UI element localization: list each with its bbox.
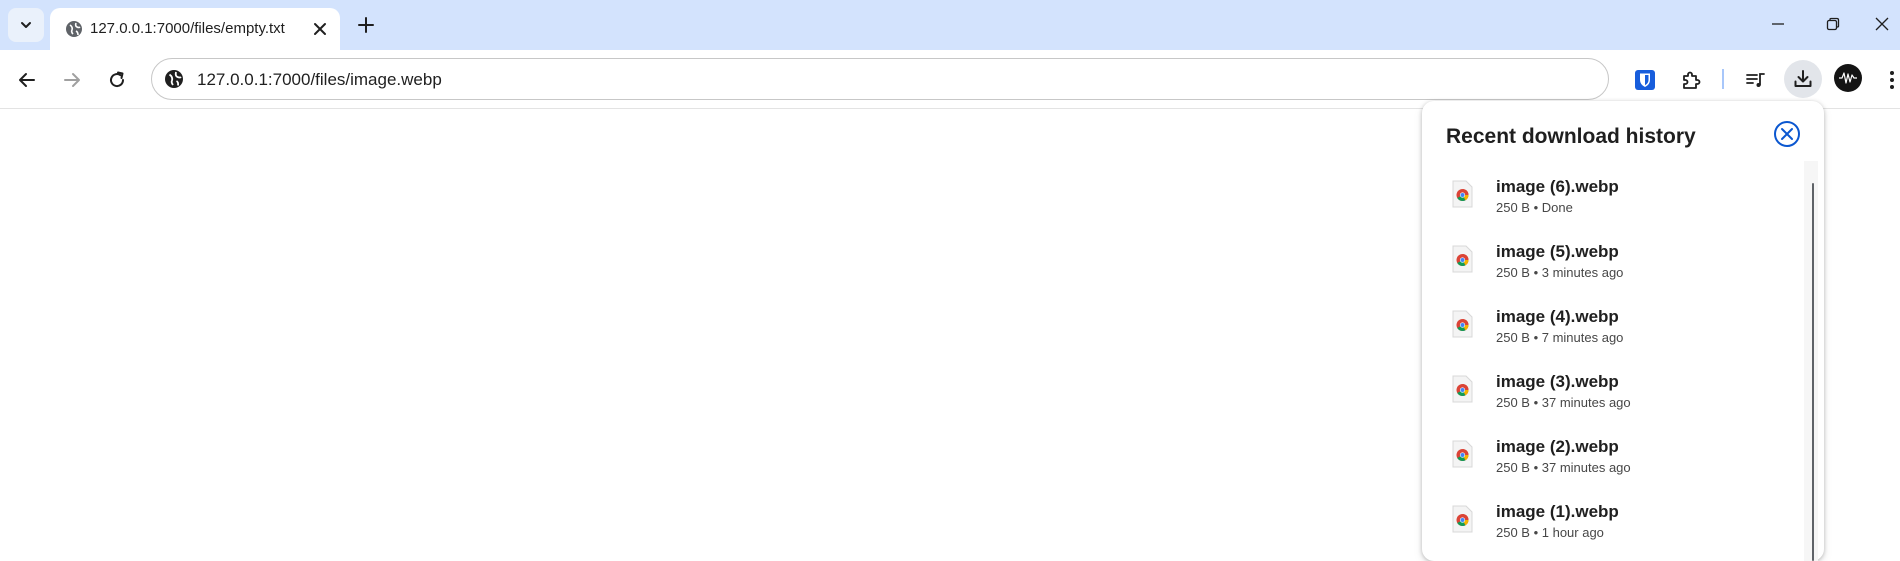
downloads-button[interactable] bbox=[1784, 60, 1822, 98]
playlist-icon bbox=[1746, 73, 1765, 87]
file-icon bbox=[1450, 375, 1474, 403]
download-item-status: 250 B • 7 minutes ago bbox=[1496, 330, 1624, 345]
download-item-name: image (5).webp bbox=[1496, 242, 1619, 261]
bubble-title: Recent download history bbox=[1446, 125, 1696, 148]
download-item-name: image (4).webp bbox=[1496, 307, 1619, 326]
download-item-status: 250 B • Done bbox=[1496, 200, 1573, 215]
scrollbar-thumb[interactable] bbox=[1812, 183, 1814, 561]
file-icon bbox=[1450, 505, 1474, 533]
download-item-status: 250 B • 37 minutes ago bbox=[1496, 395, 1631, 410]
reload-icon bbox=[110, 71, 125, 88]
chevron-down-icon bbox=[21, 22, 31, 28]
download-item-name: image (6).webp bbox=[1496, 177, 1619, 196]
download-item-status: 250 B • 3 minutes ago bbox=[1496, 265, 1624, 280]
globe-icon bbox=[66, 21, 82, 37]
download-item[interactable]: image (6).webp 250 B • Done bbox=[1422, 167, 1800, 231]
tab-strip: 127.0.0.1:7000/files/empty.txt bbox=[0, 0, 1900, 50]
download-item[interactable]: image (4).webp 250 B • 7 minutes ago bbox=[1422, 297, 1800, 361]
toolbar-separator bbox=[1722, 69, 1724, 89]
active-tab[interactable]: 127.0.0.1:7000/files/empty.txt bbox=[50, 8, 340, 50]
puzzle-piece-icon bbox=[1683, 71, 1701, 89]
restore-button[interactable] bbox=[1813, 6, 1853, 42]
extensions-button[interactable] bbox=[1674, 63, 1708, 97]
download-item[interactable]: image (3).webp 250 B • 37 minutes ago bbox=[1422, 362, 1800, 426]
download-item[interactable]: image (1).webp 250 B • 1 hour ago bbox=[1422, 492, 1800, 556]
file-icon bbox=[1450, 310, 1474, 338]
tab-title: 127.0.0.1:7000/files/empty.txt bbox=[90, 20, 285, 37]
more-vertical-icon bbox=[1889, 71, 1894, 89]
back-arrow-icon bbox=[19, 73, 35, 87]
back-button[interactable] bbox=[10, 63, 44, 97]
forward-button[interactable] bbox=[55, 63, 89, 97]
scrollbar-track[interactable] bbox=[1804, 161, 1818, 561]
forward-arrow-icon bbox=[64, 73, 80, 87]
chrome-menu-button[interactable] bbox=[1883, 63, 1900, 97]
close-circle-icon bbox=[1774, 121, 1800, 147]
download-item-status: 250 B • 37 minutes ago bbox=[1496, 460, 1631, 475]
waveform-icon bbox=[1839, 72, 1857, 84]
new-tab-button[interactable] bbox=[352, 11, 380, 39]
url-text[interactable]: 127.0.0.1:7000/files/image.webp bbox=[197, 70, 442, 90]
restore-icon bbox=[1826, 17, 1840, 31]
reading-list-button[interactable] bbox=[1739, 63, 1773, 97]
reload-button[interactable] bbox=[100, 63, 134, 97]
file-icon bbox=[1450, 180, 1474, 208]
window-close-button[interactable] bbox=[1862, 6, 1900, 42]
download-item-name: image (3).webp bbox=[1496, 372, 1619, 391]
close-icon bbox=[1875, 17, 1889, 31]
download-item[interactable]: image (2).webp 250 B • 37 minutes ago bbox=[1422, 427, 1800, 491]
minimize-button[interactable] bbox=[1758, 6, 1798, 42]
globe-icon[interactable] bbox=[163, 68, 185, 90]
plus-icon bbox=[358, 17, 374, 33]
download-item-name: image (2).webp bbox=[1496, 437, 1619, 456]
bitwarden-shield-icon bbox=[1635, 70, 1655, 90]
address-bar[interactable]: 127.0.0.1:7000/files/image.webp bbox=[151, 58, 1609, 100]
tab-close-button[interactable] bbox=[308, 17, 332, 41]
download-item-status: 250 B • 1 hour ago bbox=[1496, 525, 1604, 540]
download-item[interactable]: image (5).webp 250 B • 3 minutes ago bbox=[1422, 232, 1800, 296]
file-icon bbox=[1450, 440, 1474, 468]
bitwarden-extension-button[interactable] bbox=[1628, 63, 1662, 97]
download-item-name: image (1).webp bbox=[1496, 502, 1619, 521]
download-history-bubble: Recent download history image (6).webp 25… bbox=[1422, 101, 1824, 561]
close-icon bbox=[314, 23, 326, 35]
bubble-close-button[interactable] bbox=[1772, 119, 1802, 149]
download-icon bbox=[1794, 70, 1812, 87]
profile-avatar[interactable] bbox=[1834, 64, 1862, 92]
minimize-icon bbox=[1772, 23, 1784, 25]
file-icon bbox=[1450, 245, 1474, 273]
tab-search-button[interactable] bbox=[8, 8, 44, 42]
